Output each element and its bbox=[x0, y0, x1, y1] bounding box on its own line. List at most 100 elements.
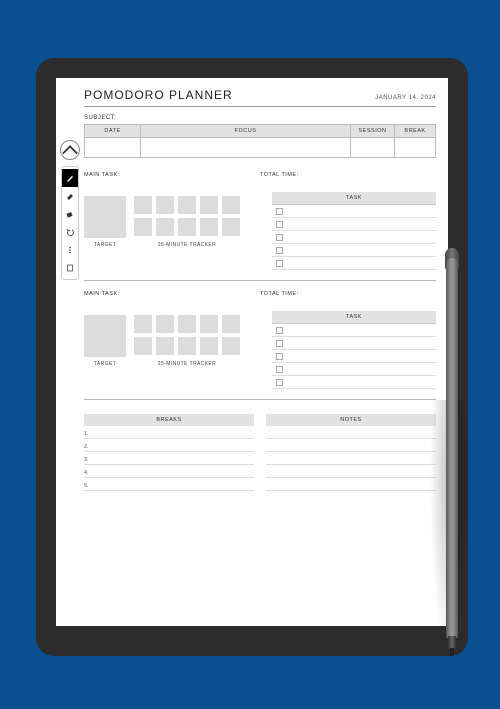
tracker-grid-2 bbox=[134, 315, 240, 355]
info-grid: DATE FOCUS SESSION BREAK bbox=[84, 124, 436, 158]
checkbox-icon[interactable] bbox=[276, 221, 283, 228]
tracker-cell[interactable] bbox=[156, 337, 174, 355]
note-row[interactable] bbox=[266, 478, 436, 491]
tracker-cell[interactable] bbox=[134, 315, 152, 333]
note-row[interactable] bbox=[266, 465, 436, 478]
task-row[interactable] bbox=[272, 231, 436, 244]
tracker-grid-1 bbox=[134, 196, 240, 236]
break-row[interactable]: 3. bbox=[84, 452, 254, 465]
checkbox-icon[interactable] bbox=[276, 247, 283, 254]
highlighter-icon bbox=[65, 191, 75, 201]
notebook-tool[interactable] bbox=[62, 259, 78, 277]
target-box-1[interactable] bbox=[84, 196, 126, 238]
tracker-cell[interactable] bbox=[200, 337, 218, 355]
eraser-tool[interactable] bbox=[62, 205, 78, 223]
date-cell[interactable] bbox=[85, 138, 140, 157]
subject-label: SUBJECT: bbox=[84, 115, 436, 121]
page-title: POMODORO PLANNER bbox=[84, 88, 233, 102]
note-row[interactable] bbox=[266, 439, 436, 452]
break-number: 3. bbox=[84, 457, 89, 463]
tracker-cell[interactable] bbox=[134, 196, 152, 214]
task-row[interactable] bbox=[272, 205, 436, 218]
tracker-cell[interactable] bbox=[178, 315, 196, 333]
breaks-header: BREAKS bbox=[84, 414, 254, 426]
total-time-label-1: TOTAL TIME: bbox=[260, 172, 436, 178]
col-focus-header: FOCUS bbox=[141, 125, 350, 138]
bottom-section: BREAKS 1. 2. 3. 4. 5. NOTES bbox=[84, 414, 436, 491]
break-row[interactable]: 5. bbox=[84, 478, 254, 491]
target-caption-2: TARGET bbox=[84, 361, 126, 367]
task-row[interactable] bbox=[272, 350, 436, 363]
divider bbox=[84, 399, 436, 400]
planner-page: POMODORO PLANNER JANUARY 14, 2024 SUBJEC… bbox=[84, 88, 436, 616]
highlighter-tool[interactable] bbox=[62, 187, 78, 205]
tracker-cell[interactable] bbox=[200, 315, 218, 333]
notes-column: NOTES bbox=[266, 414, 436, 491]
checkbox-icon[interactable] bbox=[276, 260, 283, 267]
task-row[interactable] bbox=[272, 324, 436, 337]
tracker-cell[interactable] bbox=[156, 218, 174, 236]
checkbox-icon[interactable] bbox=[276, 353, 283, 360]
book-icon bbox=[65, 263, 75, 273]
tablet-device: POMODORO PLANNER JANUARY 14, 2024 SUBJEC… bbox=[36, 58, 468, 656]
focus-cell[interactable] bbox=[141, 138, 350, 157]
tracker-caption-1: 25-MINUTE TRACKER bbox=[134, 242, 240, 248]
session-cell[interactable] bbox=[351, 138, 394, 157]
total-time-label-2: TOTAL TIME: bbox=[260, 291, 436, 297]
task-row[interactable] bbox=[272, 337, 436, 350]
target-caption-1: TARGET bbox=[84, 242, 126, 248]
col-session-header: SESSION bbox=[351, 125, 394, 138]
note-row[interactable] bbox=[266, 426, 436, 439]
pen-tool[interactable] bbox=[62, 169, 78, 187]
note-row[interactable] bbox=[266, 452, 436, 465]
main-task-label-1: MAIN TASK: bbox=[84, 172, 260, 178]
checkbox-icon[interactable] bbox=[276, 234, 283, 241]
chevron-up-icon bbox=[61, 141, 79, 159]
checkbox-icon[interactable] bbox=[276, 379, 283, 386]
break-row[interactable]: 1. bbox=[84, 426, 254, 439]
tracker-cell[interactable] bbox=[178, 337, 196, 355]
break-cell[interactable] bbox=[395, 138, 435, 157]
task-block-1: TARGET 25-MINUTE TRACKER TASK bbox=[84, 192, 436, 270]
task-row[interactable] bbox=[272, 257, 436, 270]
tracker-cell[interactable] bbox=[178, 218, 196, 236]
tracker-cell[interactable] bbox=[222, 218, 240, 236]
collapse-button[interactable] bbox=[60, 140, 80, 160]
tracker-cell[interactable] bbox=[222, 196, 240, 214]
task-row[interactable] bbox=[272, 363, 436, 376]
checkbox-icon[interactable] bbox=[276, 208, 283, 215]
checkbox-icon[interactable] bbox=[276, 327, 283, 334]
task-row[interactable] bbox=[272, 218, 436, 231]
task-block-2: TARGET 25-MINUTE TRACKER TASK bbox=[84, 311, 436, 389]
task-header-1: TASK bbox=[272, 192, 436, 205]
target-box-2[interactable] bbox=[84, 315, 126, 357]
task-row[interactable] bbox=[272, 376, 436, 389]
break-row[interactable]: 2. bbox=[84, 439, 254, 452]
tracker-cell[interactable] bbox=[200, 196, 218, 214]
eraser-icon bbox=[65, 209, 75, 219]
tracker-cell[interactable] bbox=[222, 315, 240, 333]
tracker-cell[interactable] bbox=[156, 315, 174, 333]
stylus bbox=[442, 218, 462, 684]
checkbox-icon[interactable] bbox=[276, 366, 283, 373]
tracker-cell[interactable] bbox=[222, 337, 240, 355]
break-number: 5. bbox=[84, 483, 89, 489]
tracker-cell[interactable] bbox=[178, 196, 196, 214]
task-header-2: TASK bbox=[272, 311, 436, 324]
undo-icon bbox=[65, 227, 75, 237]
screen: POMODORO PLANNER JANUARY 14, 2024 SUBJEC… bbox=[56, 78, 448, 626]
page-header: POMODORO PLANNER JANUARY 14, 2024 bbox=[84, 88, 436, 107]
col-date-header: DATE bbox=[85, 125, 140, 138]
col-break-header: BREAK bbox=[395, 125, 435, 138]
tracker-cell[interactable] bbox=[156, 196, 174, 214]
main-task-label-2: MAIN TASK: bbox=[84, 291, 260, 297]
break-row[interactable]: 4. bbox=[84, 465, 254, 478]
task-row[interactable] bbox=[272, 244, 436, 257]
checkbox-icon[interactable] bbox=[276, 340, 283, 347]
tracker-cell[interactable] bbox=[200, 218, 218, 236]
undo-tool[interactable] bbox=[62, 223, 78, 241]
tracker-cell[interactable] bbox=[134, 218, 152, 236]
pen-icon bbox=[65, 173, 75, 183]
tracker-cell[interactable] bbox=[134, 337, 152, 355]
more-tool[interactable] bbox=[62, 241, 78, 259]
